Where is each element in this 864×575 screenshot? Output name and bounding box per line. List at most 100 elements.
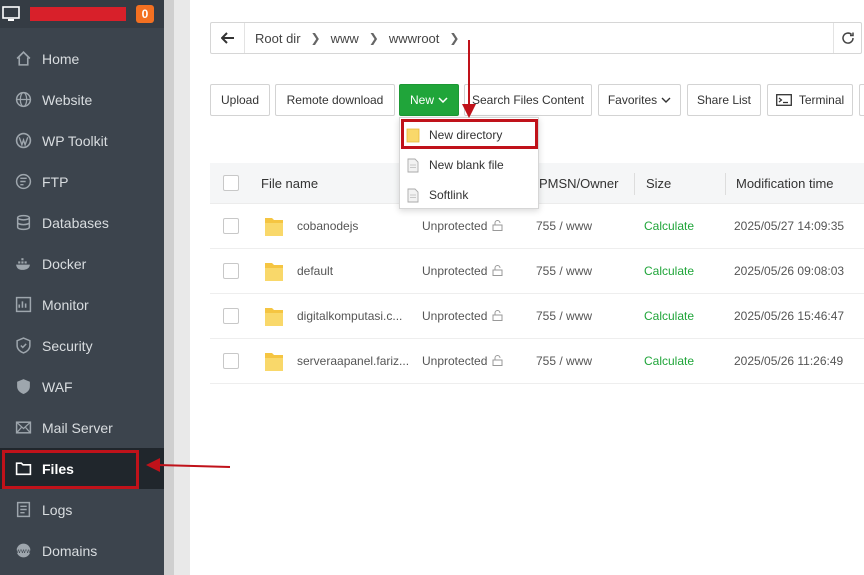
protect-label: Unprotected	[422, 219, 488, 233]
modification-time: 2025/05/26 09:08:03	[734, 264, 845, 278]
folder-icon	[265, 353, 283, 371]
sidebar-item-monitor[interactable]: Monitor	[0, 284, 164, 325]
modification-time: 2025/05/26 11:26:49	[734, 354, 844, 368]
sidebar-item-label: Monitor	[42, 296, 89, 313]
file-name[interactable]: digitalkomputasi.c...	[297, 309, 402, 323]
table-row[interactable]: cobanodejs Unprotected 755 / www Calcula…	[210, 204, 864, 249]
new-button-label: New	[409, 93, 434, 107]
sidebar-item-label: Domains	[42, 542, 98, 559]
sidebar-item-label: Security	[42, 337, 93, 354]
table-row[interactable]: digitalkomputasi.c... Unprotected 755 / …	[210, 294, 864, 339]
file-name[interactable]: serveraapanel.fariz...	[297, 354, 409, 368]
size-calculate-link[interactable]: Calculate	[644, 264, 694, 278]
protect-status[interactable]: Unprotected	[422, 219, 503, 233]
header-perm[interactable]: PMSN/Owner	[539, 176, 618, 191]
size-calculate-link[interactable]: Calculate	[644, 354, 694, 368]
files-highlight-box	[2, 450, 139, 489]
new-button[interactable]: New	[399, 84, 459, 116]
sidebar-item-wp-toolkit[interactable]: WP Toolkit	[0, 120, 164, 161]
permission[interactable]: 755 / www	[536, 309, 592, 323]
file-name[interactable]: default	[297, 264, 333, 278]
svg-text:www: www	[16, 547, 32, 555]
waf-shield-icon	[17, 379, 30, 394]
mail-icon	[15, 421, 32, 434]
upload-button[interactable]: Upload	[210, 84, 270, 116]
refresh-button[interactable]	[833, 23, 861, 53]
row-checkbox[interactable]	[223, 308, 239, 324]
size-calculate-link[interactable]: Calculate	[644, 219, 694, 233]
database-icon	[16, 214, 31, 231]
menu-item-label: New blank file	[429, 158, 504, 172]
chevron-down-icon	[438, 97, 448, 103]
file-manager-panel: Root dir ❯ www ❯ wwwroot ❯ Upload Remote do…	[190, 0, 864, 575]
unlock-icon	[492, 220, 503, 231]
breadcrumb-www[interactable]: www ❯	[331, 31, 379, 46]
sidebar-item-docker[interactable]: Docker	[0, 243, 164, 284]
refresh-icon	[841, 32, 854, 44]
back-button[interactable]	[211, 23, 245, 53]
sidebar-item-label: WP Toolkit	[42, 132, 108, 149]
sidebar-item-label: Mail Server	[42, 419, 113, 436]
terminal-button[interactable]: Terminal	[767, 84, 853, 116]
header-file-name[interactable]: File name	[261, 176, 318, 191]
permission[interactable]: 755 / www	[536, 354, 592, 368]
protect-status[interactable]: Unprotected	[422, 309, 503, 323]
header-modification-time[interactable]: Modification time	[736, 176, 834, 191]
protect-status[interactable]: Unprotected	[422, 354, 503, 368]
sidebar-item-website[interactable]: Website	[0, 79, 164, 120]
sidebar-item-ftp[interactable]: FTP	[0, 161, 164, 202]
sidebar-scroll-edge	[164, 0, 174, 575]
breadcrumb-label: wwwroot	[388, 30, 440, 46]
notification-badge[interactable]: 0	[136, 5, 154, 23]
size-calculate-link[interactable]: Calculate	[644, 309, 694, 323]
sidebar-item-mail-server[interactable]: Mail Server	[0, 407, 164, 448]
permission[interactable]: 755 / www	[536, 264, 592, 278]
unlock-icon	[492, 355, 503, 366]
row-checkbox[interactable]	[223, 263, 239, 279]
header-size[interactable]: Size	[646, 176, 671, 191]
search-files-content-button[interactable]: Search Files Content	[464, 84, 592, 116]
protect-status[interactable]: Unprotected	[422, 264, 503, 278]
monitor-icon	[15, 296, 32, 313]
protect-label: Unprotected	[422, 309, 488, 323]
sidebar-item-label: Logs	[42, 501, 73, 518]
sidebar-item-domains[interactable]: www Domains	[0, 530, 164, 571]
favorites-button[interactable]: Favorites	[598, 84, 681, 116]
breadcrumb-label: www	[330, 30, 359, 46]
sidebar-item-databases[interactable]: Databases	[0, 202, 164, 243]
sidebar-item-label: FTP	[42, 173, 69, 190]
table-row[interactable]: serveraapanel.fariz... Unprotected 755 /…	[210, 339, 864, 384]
folder-icon	[265, 218, 283, 236]
row-checkbox[interactable]	[223, 218, 239, 234]
file-name[interactable]: cobanodejs	[297, 219, 358, 233]
permission[interactable]: 755 / www	[536, 219, 592, 233]
protect-label: Unprotected	[422, 264, 488, 278]
sidebar-item-waf[interactable]: WAF	[0, 366, 164, 407]
share-list-button[interactable]: Share List	[687, 84, 761, 116]
unlock-icon	[492, 265, 503, 276]
sidebar-item-logs[interactable]: Logs	[0, 489, 164, 530]
folder-icon	[265, 308, 283, 326]
sidebar-item-security[interactable]: Security	[0, 325, 164, 366]
breadcrumb-label: Root dir	[255, 30, 301, 46]
breadcrumb-root[interactable]: Root dir ❯	[255, 31, 321, 46]
column-divider	[634, 173, 635, 195]
table-row[interactable]: default Unprotected 755 / www Calculate …	[210, 249, 864, 294]
domains-icon: www	[16, 543, 32, 558]
menu-item-softlink[interactable]: Softlink	[400, 180, 538, 210]
chevron-right-icon: ❯	[310, 31, 321, 45]
chevron-right-icon: ❯	[368, 31, 379, 45]
folder-icon	[265, 263, 283, 281]
column-divider	[725, 173, 726, 195]
wordpress-icon	[15, 132, 32, 149]
arrow-left-icon	[220, 32, 234, 44]
remote-download-button[interactable]: Remote download	[275, 84, 395, 116]
sidebar-item-home[interactable]: Home	[0, 38, 164, 79]
unlock-icon	[492, 310, 503, 321]
sidebar-item-label: Databases	[42, 214, 109, 231]
toolbar-overflow-button[interactable]	[859, 84, 864, 116]
select-all-checkbox[interactable]	[223, 175, 239, 191]
breadcrumb-wwwroot[interactable]: wwwroot ❯	[389, 31, 460, 46]
menu-item-new-blank-file[interactable]: New blank file	[400, 150, 538, 180]
row-checkbox[interactable]	[223, 353, 239, 369]
